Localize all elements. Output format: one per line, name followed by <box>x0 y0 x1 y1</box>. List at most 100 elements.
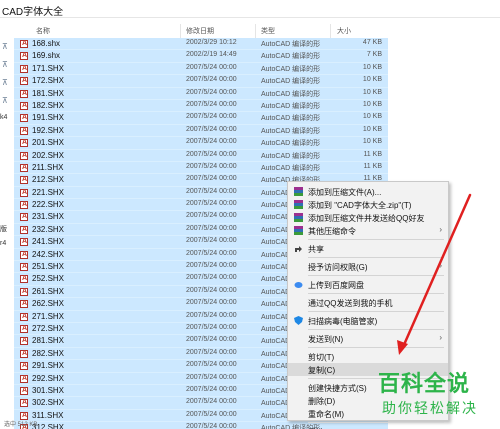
autocad-file-icon <box>20 300 28 309</box>
file-date: 2007/5/24 00:00 <box>186 200 237 208</box>
menu-item-label: 添加到压缩文件(A)... <box>308 188 382 197</box>
menu-item-label: 添加到压缩文件并发送给QQ好友 <box>308 214 425 223</box>
file-name: 251.SHX <box>32 262 65 272</box>
file-name: 202.SHX <box>32 150 65 160</box>
menu-item-label: 复制(C) <box>308 366 336 375</box>
autocad-file-icon <box>20 201 28 210</box>
file-date: 2002/3/29 10:12 <box>186 39 237 46</box>
column-name[interactable]: 名称 <box>36 26 50 36</box>
file-name: 181.SHX <box>32 88 65 98</box>
file-date: 2007/5/24 00:00 <box>186 113 237 121</box>
menu-item-label: 扫描病毒(电脑管家) <box>308 317 378 326</box>
file-row[interactable]: 168.shx 2002/3/29 10:12 AutoCAD 编译的形 47 KB <box>14 38 388 51</box>
file-name: 262.SHX <box>32 299 65 309</box>
file-name: 281.SHX <box>32 336 65 346</box>
file-size: 10 KB <box>362 100 382 108</box>
menu-item-label: 共享 <box>308 245 324 254</box>
file-date: 2007/5/24 00:00 <box>186 237 237 245</box>
autocad-file-icon <box>20 263 28 272</box>
file-size: 11 KB <box>363 162 382 170</box>
nav-fragment[interactable]: 版 <box>0 224 7 234</box>
menu-item[interactable]: 授予访问权限(G) › <box>288 260 448 273</box>
file-name: 252.SHX <box>32 274 65 284</box>
autocad-file-icon <box>20 40 28 48</box>
menu-item[interactable]: 共享 <box>288 242 448 255</box>
file-row[interactable]: 211.SHX 2007/5/24 00:00 AutoCAD 编译的形 11 KB <box>14 161 388 175</box>
file-type: AutoCAD 编译的形 <box>261 41 321 48</box>
file-row[interactable]: 181.SHX 2007/5/24 00:00 AutoCAD 编译的形 10 KB <box>14 87 388 100</box>
menu-item-label: 添加到 "CAD字体大全.zip"(T) <box>308 201 412 210</box>
file-date: 2007/5/24 00:00 <box>186 323 237 331</box>
file-type: AutoCAD 编译的形 <box>261 53 321 61</box>
file-row[interactable]: 169.shx 2002/2/19 14:49 AutoCAD 编译的形 7 KB <box>14 50 388 63</box>
nav-fragment[interactable]: k4 <box>0 114 7 121</box>
file-date: 2007/5/24 00:00 <box>186 162 237 170</box>
file-type: AutoCAD 编译的形 <box>261 152 321 160</box>
file-size: 10 KB <box>362 63 382 71</box>
file-type: AutoCAD 编译的形 <box>261 102 321 110</box>
file-date: 2007/5/24 00:00 <box>186 410 237 418</box>
file-type: AutoCAD 编译的形 <box>261 115 321 123</box>
autocad-file-icon <box>20 77 28 86</box>
menu-item[interactable]: 添加到压缩文件(A)... <box>288 185 448 198</box>
menu-item-label: 上传到百度网盘 <box>308 281 364 290</box>
menu-item[interactable]: 扫描病毒(电脑管家) <box>288 314 448 327</box>
file-name: 241.SHX <box>32 237 65 247</box>
file-date: 2007/5/24 00:00 <box>186 361 237 369</box>
file-name: 191.SHX <box>32 113 65 123</box>
file-size: 10 KB <box>362 138 382 146</box>
file-row[interactable]: 172.SHX 2007/5/24 00:00 AutoCAD 编译的形 10 KB <box>14 75 388 88</box>
autocad-file-icon <box>20 101 28 110</box>
watermark-sub: 助你轻松解决 <box>382 400 478 416</box>
file-size: 10 KB <box>362 88 382 96</box>
menu-separator <box>308 257 444 258</box>
file-row[interactable]: 202.SHX 2007/5/24 00:00 AutoCAD 编译的形 11 KB <box>14 149 388 162</box>
file-name: 171.SHX <box>32 63 65 73</box>
menu-item[interactable]: 通过QQ发送到我的手机 <box>288 296 448 309</box>
winrar-icon <box>294 213 303 222</box>
autocad-file-icon <box>20 163 28 172</box>
autocad-file-icon <box>20 275 28 284</box>
file-name: 221.SHX <box>32 187 65 197</box>
file-row[interactable]: 191.SHX 2007/5/24 00:00 AutoCAD 编译的形 10 KB <box>14 112 388 125</box>
file-size: 10 KB <box>362 76 382 84</box>
file-row[interactable]: 192.SHX 2007/5/24 00:00 AutoCAD 编译的形 10 KB <box>14 124 388 138</box>
navigation-pane[interactable]: ⊼ ⊼ ⊼ ⊼ k4 版 r4 <box>0 18 14 429</box>
file-date: 2007/5/24 00:00 <box>186 224 237 232</box>
menu-item-label: 通过QQ发送到我的手机 <box>308 299 393 308</box>
menu-item[interactable]: 添加到 "CAD字体大全.zip"(T) <box>288 198 448 211</box>
file-name: 232.SHX <box>32 224 65 234</box>
file-date: 2002/2/19 14:49 <box>186 51 237 59</box>
autocad-file-icon <box>20 374 28 383</box>
menu-item[interactable]: 添加到压缩文件并发送给QQ好友 <box>288 211 448 224</box>
file-date: 2007/5/24 00:00 <box>186 311 237 319</box>
menu-item[interactable]: 其他压缩命令 › <box>288 224 448 237</box>
menu-item[interactable]: 属性(R) <box>288 425 448 429</box>
menu-item[interactable]: 剪切(T) <box>288 350 448 363</box>
file-date: 2007/5/24 00:00 <box>186 63 237 71</box>
file-date: 2007/5/24 00:00 <box>186 286 237 294</box>
file-name: 272.SHX <box>32 323 65 333</box>
column-date[interactable]: 修改日期 <box>186 26 214 36</box>
file-size: 47 KB <box>362 39 382 46</box>
menu-item[interactable]: 上传到百度网盘 <box>288 278 448 291</box>
file-row[interactable]: 182.SHX 2007/5/24 00:00 AutoCAD 编译的形 10 KB <box>14 99 388 113</box>
autocad-file-icon <box>20 324 28 333</box>
menu-item[interactable]: 发送到(N) › <box>288 332 448 345</box>
file-row[interactable]: 171.SHX 2007/5/24 00:00 AutoCAD 编译的形 10 KB <box>14 62 388 76</box>
file-name: 172.SHX <box>32 76 65 86</box>
column-type[interactable]: 类型 <box>261 26 275 36</box>
autocad-file-icon <box>20 114 28 123</box>
winrar-icon <box>294 200 303 209</box>
menu-separator <box>308 239 444 240</box>
column-size[interactable]: 大小 <box>337 26 351 36</box>
file-date: 2007/5/24 00:00 <box>186 125 237 133</box>
autocad-file-icon <box>20 126 28 135</box>
file-name: 211.SHX <box>32 162 64 172</box>
menu-item-label: 其他压缩命令 <box>308 227 356 236</box>
file-row[interactable]: 201.SHX 2007/5/24 00:00 AutoCAD 编译的形 10 KB <box>14 137 388 150</box>
share-icon <box>294 244 303 253</box>
file-date: 2007/5/24 00:00 <box>186 187 237 195</box>
nav-fragment[interactable]: r4 <box>0 240 6 247</box>
file-name: 282.SHX <box>32 348 65 358</box>
